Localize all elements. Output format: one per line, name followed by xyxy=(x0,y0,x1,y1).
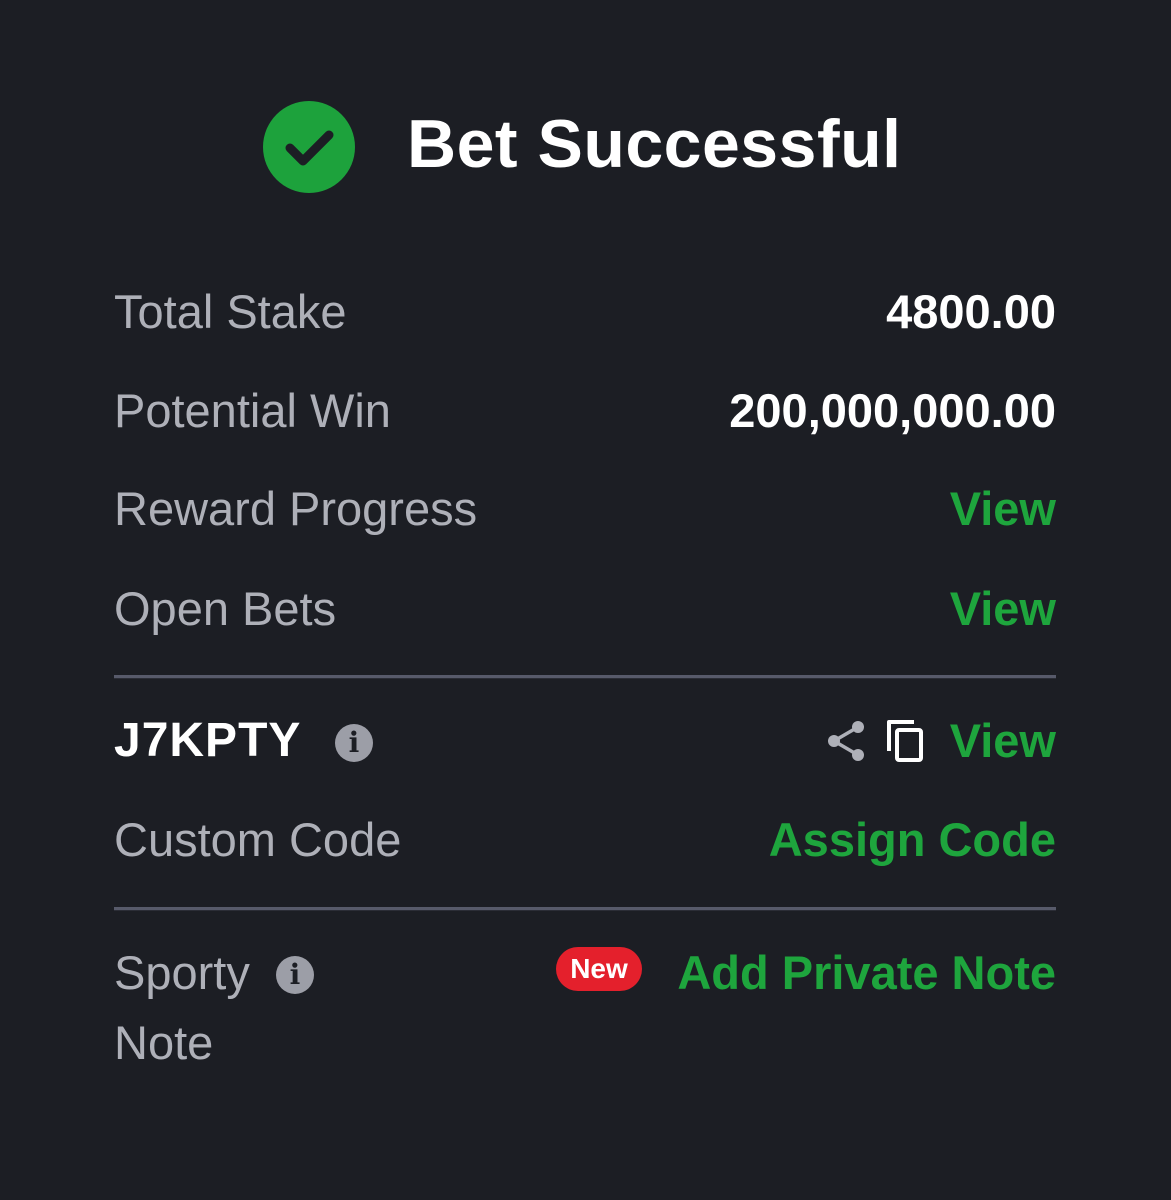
check-circle-icon xyxy=(263,101,355,193)
info-icon[interactable]: i xyxy=(276,956,314,994)
add-private-note-link[interactable]: Add Private Note xyxy=(677,943,1056,1003)
page-title: Bet Successful xyxy=(407,106,902,182)
share-icon[interactable] xyxy=(826,719,866,768)
custom-code-label: Custom Code xyxy=(114,813,402,866)
custom-code-row: Custom Code Assign Code xyxy=(114,810,1056,870)
booking-code: J7KPTY xyxy=(114,714,302,767)
assign-code-link[interactable]: Assign Code xyxy=(769,810,1056,870)
sporty-note-label: Sporty xyxy=(114,946,250,999)
copy-icon[interactable] xyxy=(884,717,928,770)
total-stake-value: 4800.00 xyxy=(886,285,1056,338)
new-badge: New xyxy=(556,947,642,991)
reward-progress-label: Reward Progress xyxy=(114,482,478,535)
info-icon[interactable]: i xyxy=(335,724,373,762)
divider xyxy=(114,907,1056,911)
potential-win-label: Potential Win xyxy=(114,384,391,437)
reward-progress-view-link[interactable]: View xyxy=(950,479,1056,539)
total-stake-label: Total Stake xyxy=(114,285,347,338)
sporty-note-label-line2: Note xyxy=(114,1016,214,1069)
open-bets-label: Open Bets xyxy=(114,582,337,635)
divider xyxy=(114,675,1056,679)
booking-view-link[interactable]: View xyxy=(950,711,1056,771)
potential-win-value: 200,000,000.00 xyxy=(729,384,1056,437)
success-header: Bet Successful xyxy=(0,98,1171,194)
booking-code-row: J7KPTY i View xyxy=(114,711,1056,771)
potential-win-row: Potential Win 200,000,000.00 xyxy=(114,381,1056,441)
open-bets-view-link[interactable]: View xyxy=(950,579,1056,639)
open-bets-row: Open Bets View xyxy=(114,579,1056,639)
total-stake-row: Total Stake 4800.00 xyxy=(114,282,1056,342)
reward-progress-row: Reward Progress View xyxy=(114,479,1056,539)
bet-success-screen: { "header": { "title": "Bet Successful",… xyxy=(0,0,1171,1200)
sporty-note-row: Sporty i Note New Add Private Note xyxy=(114,943,1056,1073)
